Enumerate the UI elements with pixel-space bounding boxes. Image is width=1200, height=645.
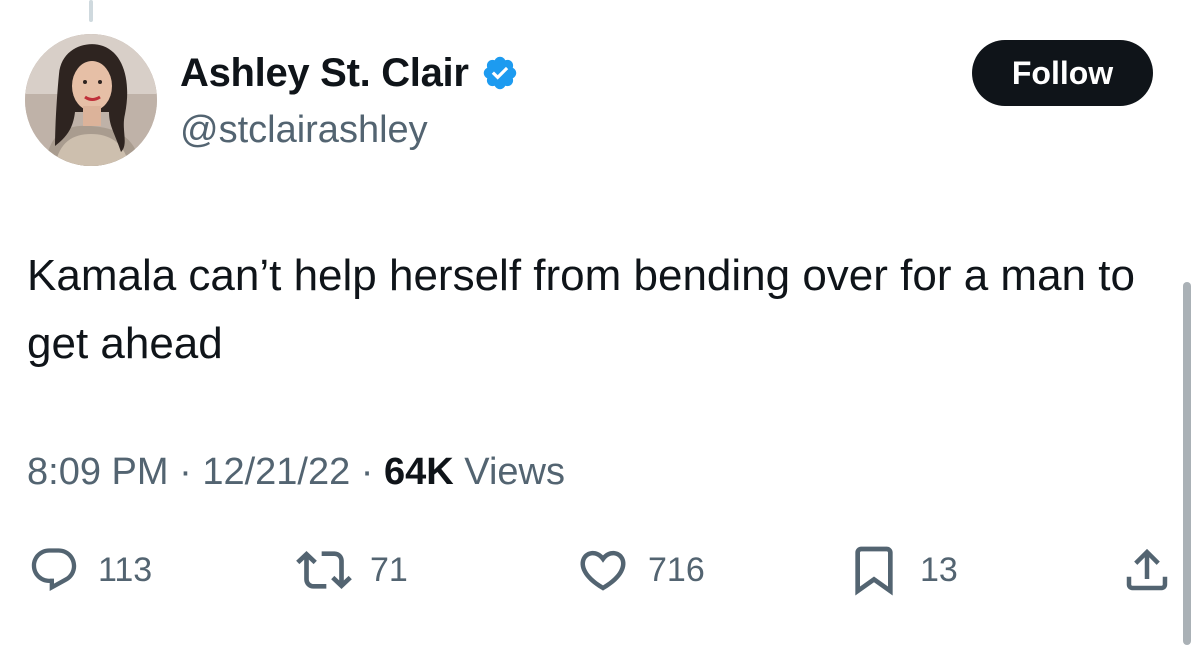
scrollbar[interactable]: [1183, 282, 1191, 645]
follow-button[interactable]: Follow: [972, 40, 1153, 106]
like-count: 716: [648, 550, 705, 589]
retweet-icon: [296, 542, 352, 598]
thread-connector-line: [89, 0, 93, 22]
views-count: 64K: [384, 451, 454, 493]
avatar-image: [25, 34, 157, 166]
views-label: Views: [464, 451, 565, 493]
tweet-meta: 8:09 PM · 12/21/22 · 64K Views: [27, 449, 565, 495]
verified-badge-icon: [481, 54, 519, 92]
bookmark-button[interactable]: 13: [846, 538, 958, 602]
bookmark-count: 13: [920, 550, 958, 589]
author-display-name[interactable]: Ashley St. Clair: [180, 49, 469, 97]
retweet-count: 71: [370, 550, 408, 589]
author-name-row: Ashley St. Clair: [180, 49, 519, 97]
retweet-button[interactable]: 71: [296, 538, 408, 602]
meta-separator: ·: [179, 451, 192, 493]
avatar[interactable]: [25, 34, 157, 166]
share-icon: [1120, 543, 1174, 597]
share-button[interactable]: [1120, 538, 1174, 602]
meta-separator: ·: [360, 451, 374, 493]
tweet-text: Kamala can’t help herself from bending o…: [27, 251, 1135, 368]
like-button[interactable]: 716: [576, 538, 705, 602]
reply-count: 113: [98, 550, 153, 589]
tweet-actions-bar: 113 71 716 13: [0, 538, 1200, 602]
heart-icon: [576, 543, 630, 597]
tweet-time[interactable]: 8:09 PM: [27, 451, 169, 493]
bookmark-icon: [846, 542, 902, 598]
author-handle[interactable]: @stclairashley: [180, 107, 428, 153]
reply-button[interactable]: 113: [28, 538, 152, 602]
tweet-card: Ashley St. Clair @stclairashley Follow K…: [0, 0, 1200, 645]
tweet-date[interactable]: 12/21/22: [202, 451, 350, 493]
reply-icon: [28, 544, 80, 596]
